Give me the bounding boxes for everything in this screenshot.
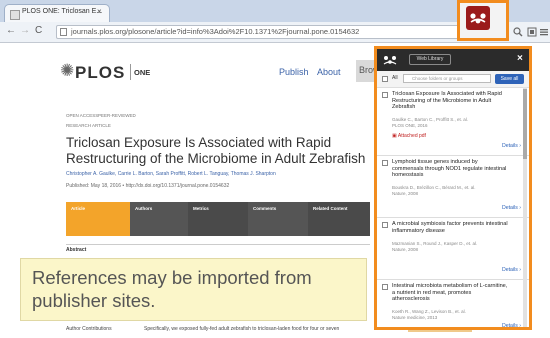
details-label: Details [501,143,518,149]
search-icon[interactable] [513,27,523,37]
item-source: PLOS ONE, 2016 [392,123,428,128]
close-icon[interactable]: × [517,53,523,64]
folder-select[interactable]: Choose folders or groups [403,74,491,83]
save-toolbar: All Choose folders or groups Save all [377,71,529,88]
author-contributions-link[interactable]: Author Contributions [66,326,112,332]
browser-tab-title: PLOS ONE: Triclosan E... [22,8,103,15]
section-divider [66,244,370,245]
article-title: Triclosan Exposure Is Associated with Ra… [66,135,366,166]
panel-scrollbar-thumb[interactable] [523,89,527,159]
address-bar[interactable]: journals.plos.org/plosone/article?id=inf… [56,25,472,39]
published-date: Published: May 18, 2016 • http://dx.doi.… [66,183,230,189]
extension-icon[interactable] [527,27,537,37]
item-title: Lymphoid tissue genes induced by commens… [392,159,507,179]
nav-about[interactable]: About [317,67,341,77]
article-type: RESEARCH ARTICLE [66,123,111,128]
list-item[interactable]: Lymphoid tissue genes induced by commens… [377,155,529,218]
details-link[interactable]: Details › [502,267,521,273]
peer-reviewed-badge: PEER-REVIEWED [98,113,136,118]
item-title: Triclosan Exposure Is Associated with Ra… [392,91,502,111]
back-icon[interactable]: ← [6,25,16,36]
tab-metrics[interactable]: Metrics [188,202,248,236]
item-checkbox[interactable] [382,284,388,290]
list-item[interactable]: A microbial symbiosis factor prevents in… [377,217,529,280]
item-checkbox[interactable] [382,222,388,228]
tab-related-content[interactable]: Related Content [308,202,370,236]
caption-text: References may be imported from publishe… [32,267,312,311]
item-source: Nature, 2008 [392,247,419,252]
article-tabs: Article Authors Metrics Comments Related… [66,202,370,236]
page-icon [60,28,67,36]
item-authors: Gaulke C., Barton C., Proffitt S., et. a… [392,117,468,122]
select-all-checkbox[interactable] [382,76,388,82]
select-all-label: All [392,75,398,81]
tab-article[interactable]: Article [66,202,130,236]
attached-pdf-link[interactable]: ▣ Attached pdf [392,133,426,139]
web-library-button[interactable]: Web Library [409,54,451,65]
pdf-icon: ▣ [392,133,397,139]
abstract-heading: Abstract [66,247,87,253]
item-title: A microbial symbiosis factor prevents in… [392,221,508,234]
tab-comments[interactable]: Comments [248,202,308,236]
details-link[interactable]: Details › [502,143,521,149]
mendeley-extension-highlight [457,0,509,41]
mendeley-importer-button[interactable] [466,6,490,30]
open-access-badge: OPEN ACCESS [66,113,99,118]
plos-logo[interactable]: PLOS [75,63,125,83]
list-item[interactable]: Intestinal microbiota metabolism of L-ca… [377,279,529,329]
abstract-text: Specifically, we exposed fully-fed adult… [144,326,340,332]
item-authors: Bouskra D., Brézillon C., Bérard M., et.… [392,185,476,190]
details-label: Details [501,323,518,329]
list-item[interactable]: Triclosan Exposure Is Associated with Ra… [377,87,529,156]
plos-logo-icon: ✺ [60,61,75,80]
item-checkbox[interactable] [382,160,388,166]
panel-header: Web Library × [377,49,529,71]
logo-divider [130,64,131,80]
details-label: Details [501,267,518,273]
item-title: Intestinal microbiota metabolism of L-ca… [392,283,508,303]
forward-icon[interactable]: → [20,25,30,36]
nav-publish[interactable]: Publish [279,67,309,77]
journal-name: ONE [134,68,151,77]
details-link[interactable]: Details › [502,205,521,211]
browser-tab[interactable]: PLOS ONE: Triclosan E... × [4,4,110,22]
plos-favicon-icon [10,10,20,20]
mendeley-logo-icon [382,53,398,70]
menu-icon[interactable] [539,27,549,37]
tab-authors[interactable]: Authors [130,202,188,236]
reload-icon[interactable]: C [35,25,42,36]
save-all-button[interactable]: Save all [495,74,524,84]
item-checkbox[interactable] [382,92,388,98]
close-tab-icon[interactable]: × [97,7,102,16]
item-authors: Koeth R., Wang Z., Levison B., et. al. [392,309,466,314]
article-authors[interactable]: Christopher A. Gaulke, Carrie L. Barton,… [66,171,276,177]
item-source: Nature, 2008 [392,191,419,196]
mendeley-logo-icon [470,13,486,24]
mendeley-importer-panel: Web Library × All Choose folders or grou… [374,46,532,330]
attached-pdf-label: Attached pdf [397,133,426,139]
caption-box: References may be imported from publishe… [20,258,367,321]
details-link[interactable]: Details › [501,323,521,329]
details-label: Details [501,205,518,211]
item-source: Nature medicine, 2013 [392,315,438,320]
item-authors: Mazmanian S., Round J., Kasper D., et. a… [392,241,478,246]
address-bar-url: journals.plos.org/plosone/article?id=inf… [71,27,360,36]
